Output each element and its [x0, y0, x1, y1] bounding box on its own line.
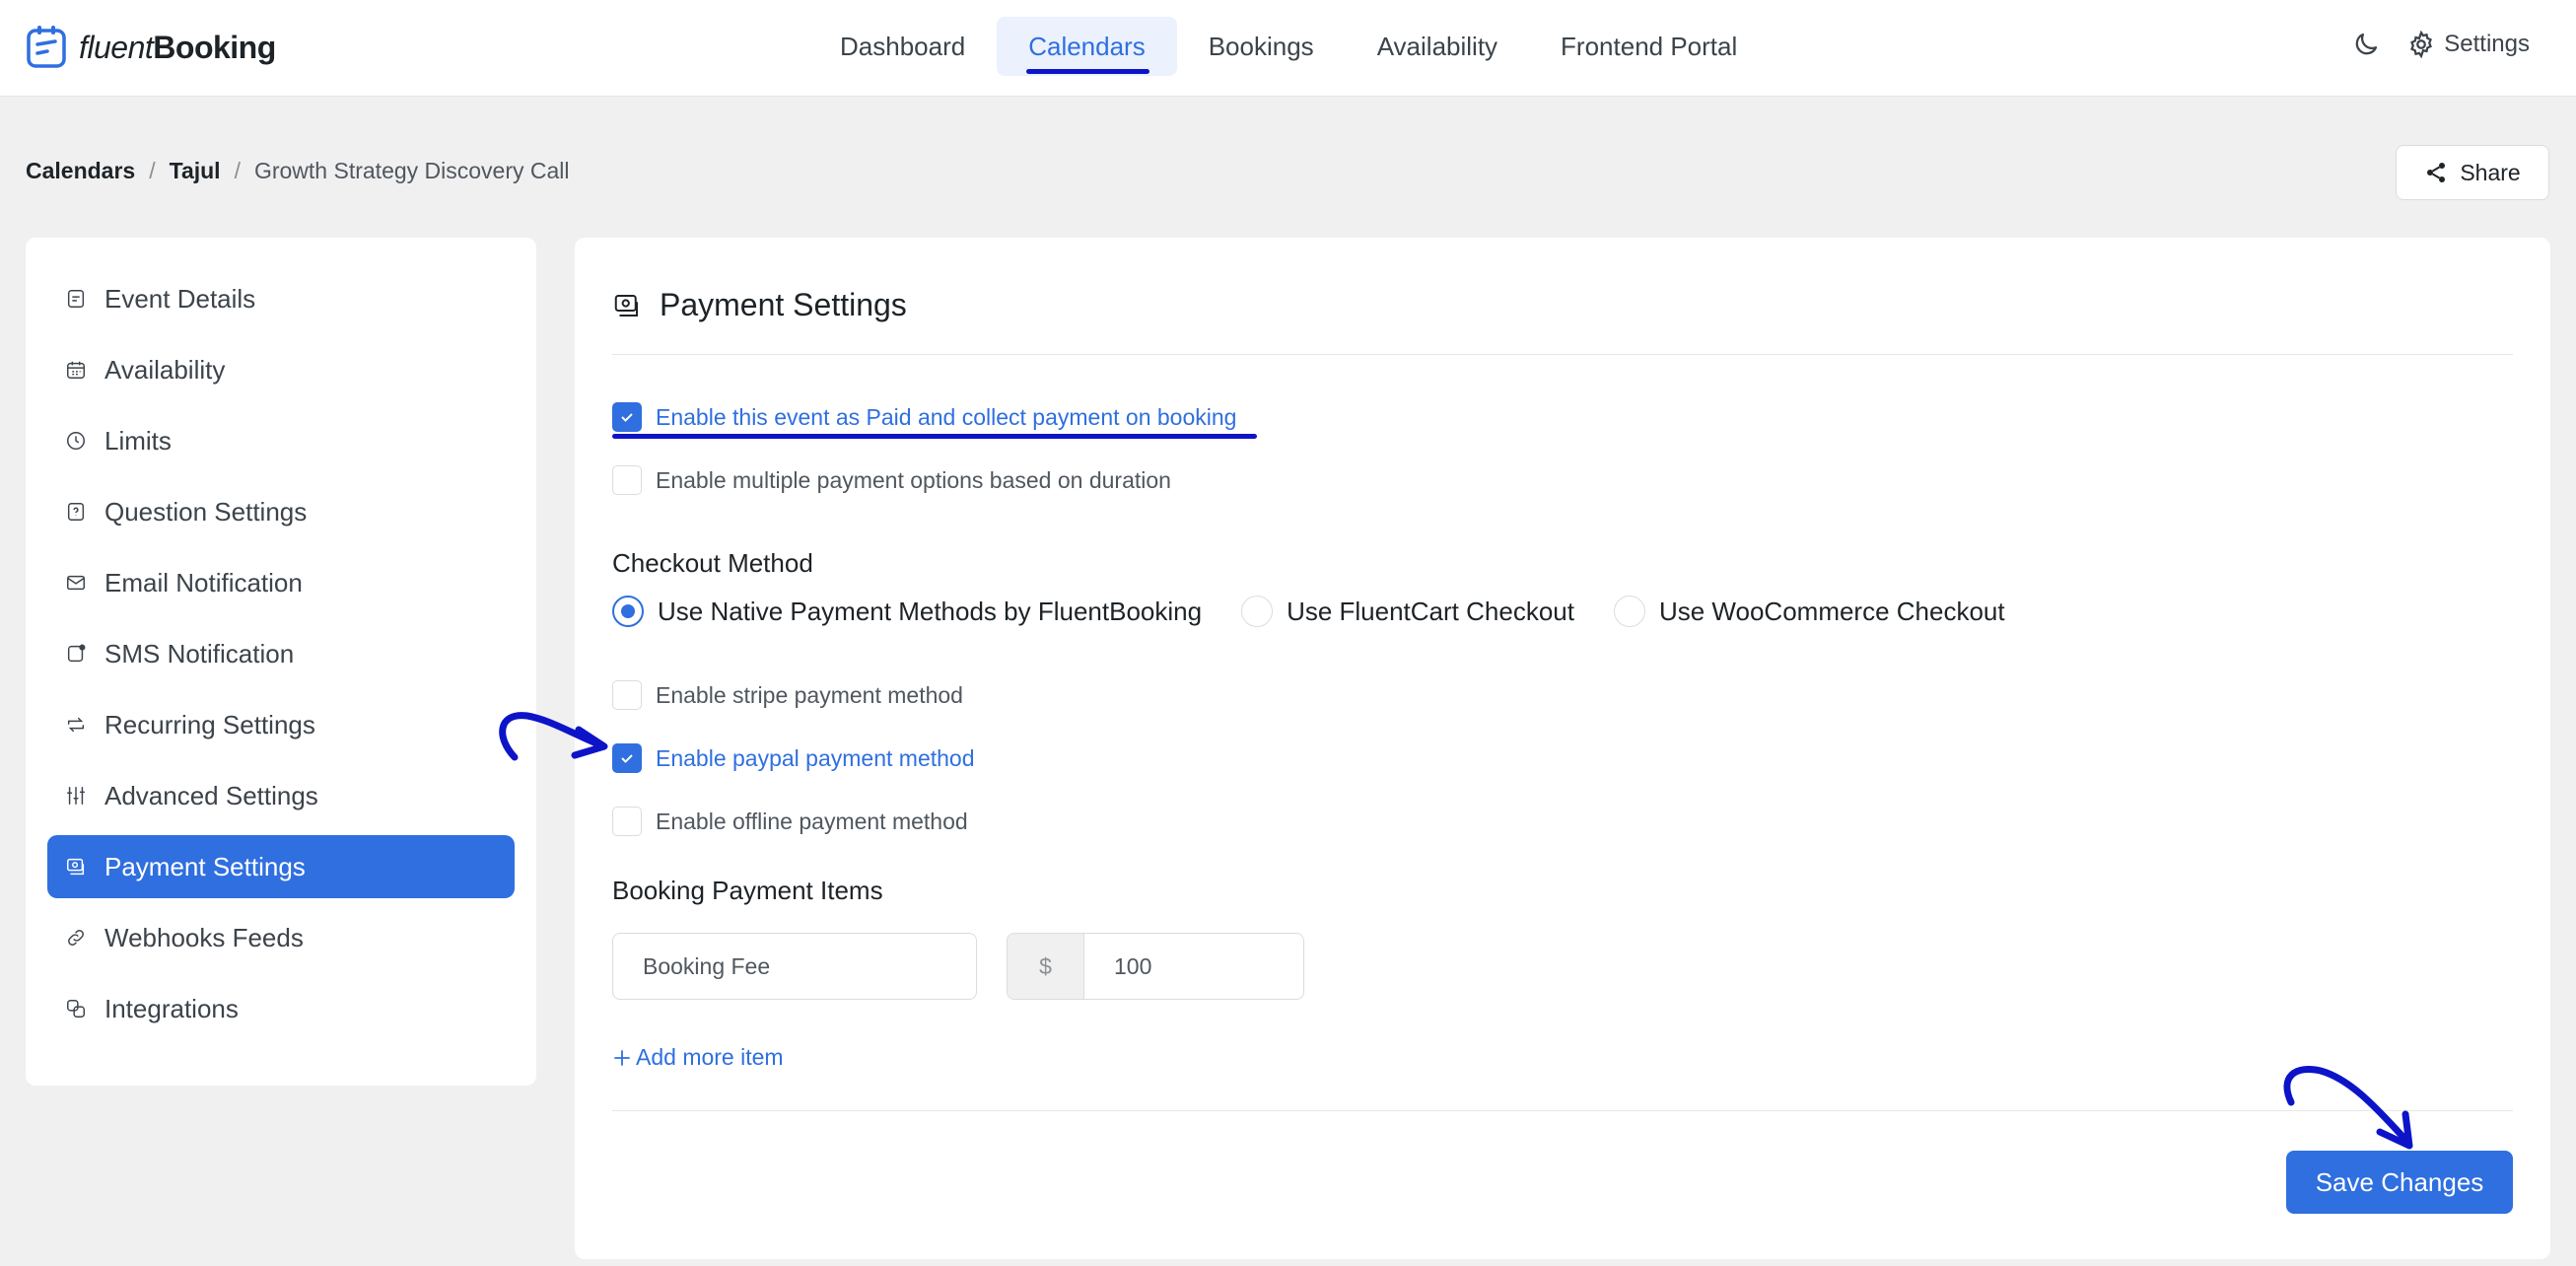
- sidebar-item-limits[interactable]: Limits: [47, 409, 515, 472]
- breadcrumb-calendar-name[interactable]: Tajul: [170, 158, 221, 184]
- sidebar-item-question-settings[interactable]: Question Settings: [47, 480, 515, 543]
- sliders-icon: [67, 787, 85, 805]
- recurring-icon: [67, 717, 85, 733]
- plus-icon: [614, 1049, 630, 1066]
- radio-fluentcart-circle[interactable]: [1241, 596, 1274, 627]
- brand-logo[interactable]: fluentBooking: [26, 24, 276, 71]
- check-icon: [621, 413, 633, 422]
- radio-native-payment-circle[interactable]: [612, 596, 644, 627]
- annotation-arrow-icon: [499, 712, 608, 761]
- radio-woocommerce-circle[interactable]: [1613, 596, 1645, 627]
- offline-checkbox[interactable]: [612, 807, 642, 836]
- divider: [612, 1110, 2513, 1111]
- integrations-icon: [67, 1000, 85, 1018]
- checkout-method-label: Checkout Method: [612, 548, 813, 578]
- save-changes-button[interactable]: Save Changes: [2286, 1151, 2513, 1214]
- document-icon: [67, 290, 85, 308]
- booking-payment-items-label: Booking Payment Items: [612, 876, 883, 905]
- radio-woocommerce-checkout[interactable]: Use WooCommerce Checkout: [1613, 596, 2005, 627]
- share-button[interactable]: Share: [2396, 145, 2549, 200]
- link-icon: [68, 930, 84, 946]
- sms-icon: [67, 644, 86, 663]
- sidebar-item-event-details[interactable]: Event Details: [47, 267, 515, 330]
- payment-icon: [67, 858, 85, 876]
- question-icon: [67, 503, 85, 521]
- clock-icon: [67, 432, 85, 450]
- annotation-underline: [1026, 69, 1149, 74]
- mail-icon: [67, 575, 85, 591]
- nav-availability[interactable]: Availability: [1346, 17, 1529, 76]
- checkout-method-options: Use Native Payment Methods by FluentBook…: [612, 596, 2005, 627]
- nav-dashboard[interactable]: Dashboard: [808, 17, 997, 76]
- offline-checkbox-row[interactable]: Enable offline payment method: [612, 807, 968, 836]
- payment-settings-panel: Payment Settings Enable this event as Pa…: [575, 238, 2550, 1259]
- annotation-underline: [612, 434, 1257, 439]
- settings-label: Settings: [2444, 31, 2530, 57]
- payment-item-name-input[interactable]: Booking Fee: [612, 933, 977, 1000]
- brand-name: fluentBooking: [79, 29, 276, 65]
- breadcrumb-event-name: Growth Strategy Discovery Call: [253, 158, 570, 183]
- sidebar-item-email-notification[interactable]: Email Notification: [47, 551, 515, 614]
- stripe-checkbox-row[interactable]: Enable stripe payment method: [612, 680, 963, 710]
- sidebar-item-webhooks-feeds[interactable]: Webhooks Feeds: [47, 906, 515, 969]
- sidebar-item-payment-settings[interactable]: Payment Settings: [47, 835, 515, 898]
- enable-paid-checkbox[interactable]: [612, 402, 642, 432]
- gear-icon: [2410, 30, 2433, 59]
- radio-fluentcart-checkout[interactable]: Use FluentCart Checkout: [1241, 596, 1574, 627]
- enable-multiple-checkbox[interactable]: [612, 465, 642, 495]
- annotation-arrow-icon: [2283, 1066, 2413, 1150]
- enable-multiple-checkbox-row[interactable]: Enable multiple payment options based on…: [612, 465, 1171, 495]
- breadcrumb: Calendars / Tajul / Growth Strategy Disc…: [26, 158, 570, 184]
- panel-title: Payment Settings: [612, 287, 907, 323]
- add-more-item-link[interactable]: Add more item: [612, 1044, 784, 1071]
- amount-value: 100: [1114, 952, 1152, 979]
- sidebar-item-sms-notification[interactable]: SMS Notification: [47, 622, 515, 685]
- divider: [612, 354, 2513, 355]
- breadcrumb-calendars[interactable]: Calendars: [26, 158, 135, 184]
- paypal-checkbox-row[interactable]: Enable paypal payment method: [612, 743, 975, 773]
- settings-link[interactable]: Settings: [2406, 30, 2530, 59]
- main-nav: Dashboard Calendars Bookings Availabilit…: [808, 17, 1769, 76]
- sidebar-item-integrations[interactable]: Integrations: [47, 977, 515, 1040]
- share-icon: [2427, 163, 2446, 182]
- sidebar-item-recurring-settings[interactable]: Recurring Settings: [47, 693, 515, 756]
- top-bar: fluentBooking Dashboard Calendars Bookin…: [0, 0, 2576, 97]
- radio-native-payment[interactable]: Use Native Payment Methods by FluentBook…: [612, 596, 1202, 627]
- nav-bookings[interactable]: Bookings: [1177, 17, 1346, 76]
- payment-item-amount-input[interactable]: $ 100: [1007, 933, 1304, 1000]
- top-right-actions: Settings: [2351, 30, 2530, 59]
- settings-sidebar: Event Details Availability Limits Questi…: [26, 238, 536, 1086]
- logo-icon: [27, 26, 66, 68]
- sidebar-item-availability[interactable]: Availability: [47, 338, 515, 401]
- payment-icon: [614, 294, 638, 316]
- dark-mode-toggle[interactable]: [2351, 30, 2381, 59]
- nav-calendars[interactable]: Calendars: [997, 17, 1177, 76]
- breadcrumb-separator: /: [234, 158, 241, 183]
- sidebar-item-advanced-settings[interactable]: Advanced Settings: [47, 764, 515, 827]
- moon-icon: [2356, 33, 2378, 55]
- currency-prefix: $: [1008, 934, 1084, 999]
- enable-paid-checkbox-row[interactable]: Enable this event as Paid and collect pa…: [612, 402, 1236, 432]
- breadcrumb-separator: /: [149, 158, 156, 183]
- nav-frontend-portal[interactable]: Frontend Portal: [1529, 17, 1769, 76]
- calendar-icon: [67, 361, 85, 379]
